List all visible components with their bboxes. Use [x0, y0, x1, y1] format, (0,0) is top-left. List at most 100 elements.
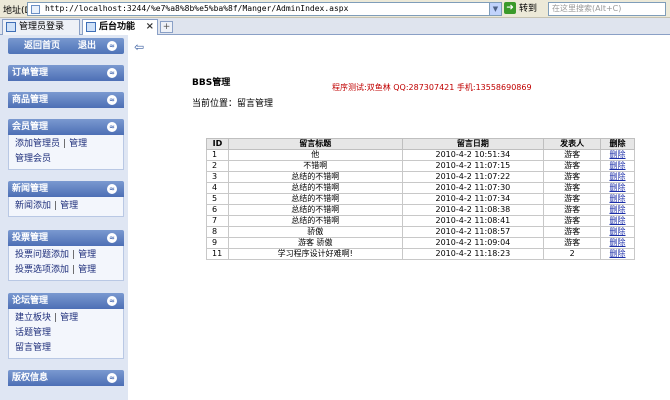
list-item: 添加管理员 | 管理 [15, 139, 88, 149]
section-header[interactable]: 投票管理 ≈ [8, 230, 124, 246]
create-board-link[interactable]: 建立板块 [15, 313, 51, 323]
cell-id: 1 [206, 149, 229, 161]
tab-label: 后台功能 [99, 22, 136, 32]
tab-admin-login[interactable]: 管理员登录 [2, 19, 80, 35]
section-header[interactable]: 版权信息 ≈ [8, 370, 124, 386]
table-row: 11 学习程序设计好难啊! 2010-4-2 11:18:23 2 删除 [206, 248, 635, 260]
manage-link[interactable]: 管理 [60, 313, 78, 323]
expand-icon: ≈ [107, 68, 117, 78]
search-input[interactable]: 在这里搜索(Alt+C) [548, 2, 666, 16]
section-body: 新闻添加 | 管理 [8, 197, 124, 217]
manage-link[interactable]: 管理 [60, 201, 78, 211]
address-input[interactable]: http://localhost:3244/%e7%a8%8b%e5%ba%8f… [27, 2, 502, 16]
manage-members-link[interactable]: 管理会员 [15, 154, 51, 164]
page-icon [31, 5, 40, 14]
table-row: 3 总结的不错啊 2010-4-2 11:07:22 游客 删除 [206, 171, 635, 183]
delete-link[interactable]: 删除 [600, 193, 635, 205]
section-body: 建立板块 | 管理 话题管理 留言管理 [8, 309, 124, 359]
page-icon [6, 22, 16, 32]
cell-author: 2 [543, 248, 602, 260]
cell-date: 2010-4-2 11:08:57 [401, 226, 545, 238]
tester-info: 程序测试:双鱼林 QQ:287307421 手机:13558690869 [332, 83, 532, 92]
cell-id: 8 [206, 226, 229, 238]
cell-title: 总结的不错啊 [227, 182, 403, 194]
go-label: 转到 [519, 4, 538, 14]
expand-icon: ≈ [107, 373, 117, 383]
col-header-id: ID [206, 138, 229, 150]
delete-link[interactable]: 删除 [600, 204, 635, 216]
cell-id: 7 [206, 215, 229, 227]
collapse-icon[interactable]: ≈ [107, 41, 117, 51]
delete-link[interactable]: 删除 [600, 171, 635, 183]
delete-link[interactable]: 删除 [600, 226, 635, 238]
close-icon[interactable]: × [146, 20, 154, 34]
section-header[interactable]: 新闻管理 ≈ [8, 181, 124, 197]
sidebar-section-copyright: 版权信息 ≈ [8, 370, 124, 386]
message-manage-link[interactable]: 留言管理 [15, 343, 51, 353]
cell-title: 骄傲 [227, 226, 403, 238]
cell-id: 4 [206, 182, 229, 194]
table-row: 6 总结的不错啊 2010-4-2 11:08:38 游客 删除 [206, 204, 635, 216]
cell-id: 9 [206, 237, 229, 249]
delete-link[interactable]: 删除 [600, 237, 635, 249]
delete-link[interactable]: 删除 [600, 248, 635, 260]
sidebar-section-votes: 投票管理 ≈ 投票问题添加 | 管理 投票选项添加 | 管理 [8, 230, 124, 281]
page-icon [86, 22, 96, 32]
collapse-icon: ≈ [107, 184, 117, 194]
sidebar-top-bar: 返回首页 退出 ≈ [8, 38, 124, 54]
cell-date: 2010-4-2 11:08:38 [401, 204, 545, 216]
cell-date: 2010-4-2 11:07:34 [401, 193, 545, 205]
tab-backend-functions[interactable]: 后台功能 × [82, 19, 158, 36]
section-header[interactable]: 商品管理 ≈ [8, 92, 124, 108]
delete-link[interactable]: 删除 [600, 160, 635, 172]
section-header[interactable]: 订单管理 ≈ [8, 65, 124, 81]
cell-author: 游客 [543, 149, 602, 161]
add-vote-question-link[interactable]: 投票问题添加 [15, 250, 69, 260]
add-news-link[interactable]: 新闻添加 [15, 201, 51, 211]
cell-id: 11 [206, 248, 229, 260]
manage-link[interactable]: 管理 [78, 265, 96, 275]
table-row: 4 总结的不错啊 2010-4-2 11:07:30 游客 删除 [206, 182, 635, 194]
manage-link[interactable]: 管理 [69, 139, 87, 149]
cell-id: 5 [206, 193, 229, 205]
list-item: 管理会员 [15, 152, 123, 167]
go-button[interactable]: ➜ 转到 [504, 2, 544, 16]
collapse-icon: ≈ [107, 233, 117, 243]
cell-title: 不错啊 [227, 160, 403, 172]
go-arrow-icon: ➜ [504, 2, 516, 14]
table-row: 1 他 2010-4-2 10:51:34 游客 删除 [206, 149, 635, 161]
cell-author: 游客 [543, 215, 602, 227]
cell-title: 总结的不错啊 [227, 204, 403, 216]
topic-manage-link[interactable]: 话题管理 [15, 328, 51, 338]
list-item: 建立板块 | 管理 [15, 313, 79, 323]
address-url[interactable]: http://localhost:3244/%e7%a8%8b%e5%ba%8f… [45, 4, 348, 13]
add-vote-option-link[interactable]: 投票选项添加 [15, 265, 69, 275]
table-header-row: ID 留言标题 留言日期 发表人 删除 [206, 138, 635, 150]
cell-title: 学习程序设计好难啊! [227, 248, 403, 260]
chevron-down-icon[interactable]: ▼ [489, 3, 501, 15]
tab-bar: 管理员登录 后台功能 × + [0, 18, 670, 36]
back-arrow-icon[interactable]: ⇦ [134, 41, 147, 53]
section-header[interactable]: 论坛管理 ≈ [8, 293, 124, 309]
delete-link[interactable]: 删除 [600, 182, 635, 194]
main-content: ⇦ BBS管理 程序测试:双鱼林 QQ:287307421 手机:1355869… [128, 35, 670, 400]
cell-author: 游客 [543, 160, 602, 172]
cell-title: 总结的不错啊 [227, 193, 403, 205]
delete-link[interactable]: 删除 [600, 215, 635, 227]
section-header[interactable]: 会员管理 ≈ [8, 119, 124, 135]
delete-link[interactable]: 删除 [600, 149, 635, 161]
cell-author: 游客 [543, 171, 602, 183]
sidebar-section-news: 新闻管理 ≈ 新闻添加 | 管理 [8, 181, 124, 217]
new-tab-button[interactable]: + [160, 21, 173, 33]
cell-author: 游客 [543, 226, 602, 238]
cell-title: 总结的不错啊 [227, 215, 403, 227]
table-row: 5 总结的不错啊 2010-4-2 11:07:34 游客 删除 [206, 193, 635, 205]
cell-title: 他 [227, 149, 403, 161]
sidebar: 返回首页 退出 ≈ 订单管理 ≈ 商品管理 ≈ 会员管理 ≈ 添加管理员 | 管理 管理会… [0, 35, 128, 400]
list-item: 新闻添加 | 管理 [15, 201, 79, 211]
add-admin-link[interactable]: 添加管理员 [15, 139, 60, 149]
home-link[interactable]: 返回首页 [24, 38, 60, 54]
manage-link[interactable]: 管理 [78, 250, 96, 260]
logout-link[interactable]: 退出 [78, 38, 96, 54]
cell-title: 总结的不错啊 [227, 171, 403, 183]
